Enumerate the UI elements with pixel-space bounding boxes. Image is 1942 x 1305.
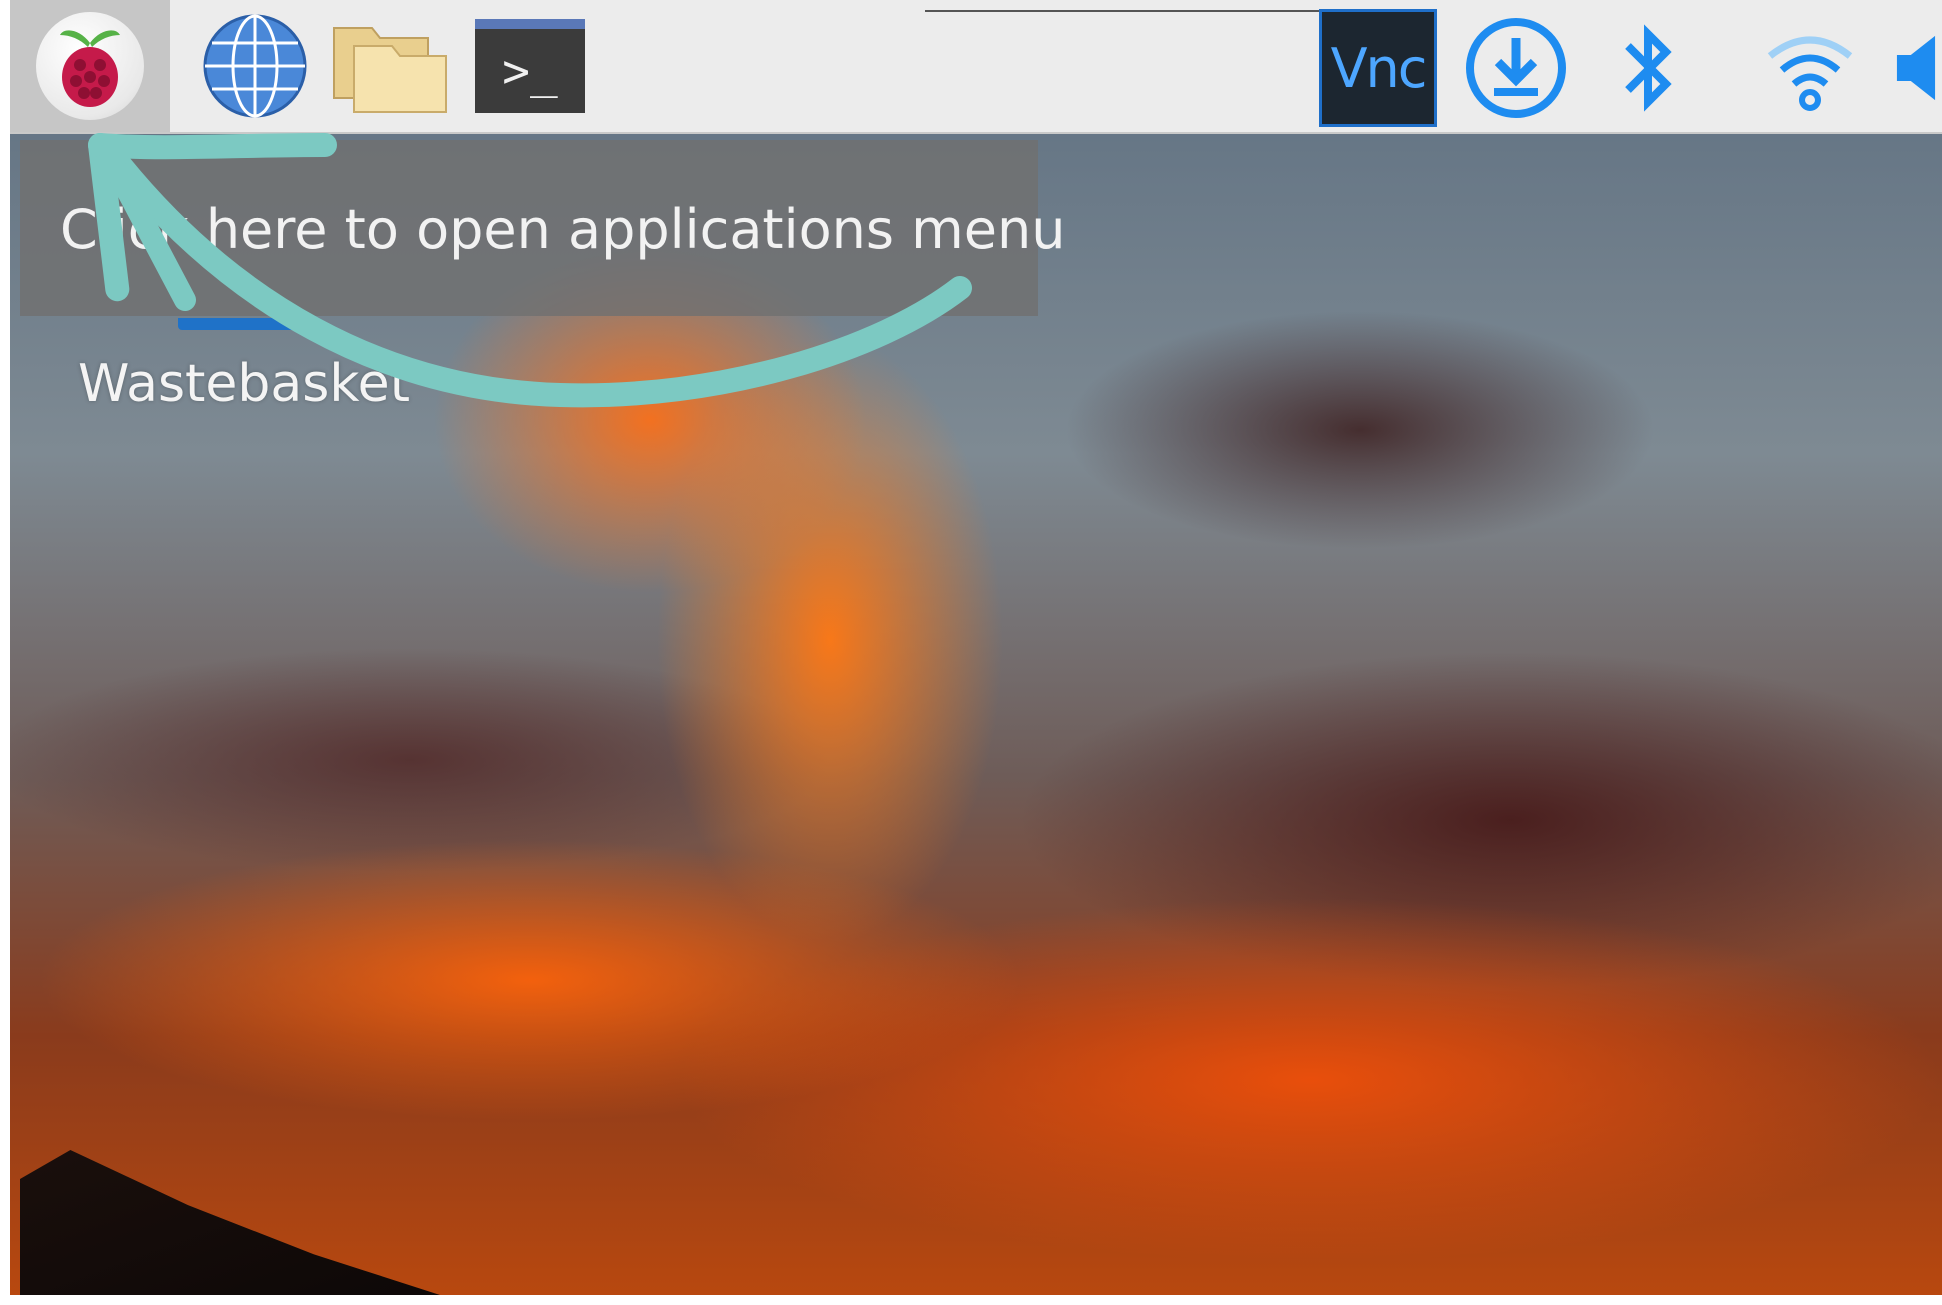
folder-icon <box>333 27 447 113</box>
bluetooth-icon <box>1625 24 1672 112</box>
globe-icon <box>203 14 307 118</box>
web-browser-launcher[interactable] <box>195 0 315 132</box>
desktop-icon-label-wastebasket[interactable]: Wastebasket <box>78 354 410 414</box>
updates-tray-button[interactable] <box>1456 8 1576 128</box>
download-icon <box>1466 18 1566 118</box>
tooltip-text: Click here to open applications menu <box>60 198 1066 261</box>
mountain-silhouette <box>20 1150 440 1295</box>
taskbar-notch <box>925 0 1360 12</box>
vnc-tray-button[interactable]: Vnc <box>1318 8 1438 128</box>
bluetooth-tray-button[interactable] <box>1604 8 1694 128</box>
speaker-icon <box>1896 35 1936 101</box>
trash-icon[interactable] <box>178 318 298 330</box>
vnc-icon-label: Vnc <box>1330 36 1428 100</box>
terminal-launcher[interactable]: >_ <box>472 0 588 132</box>
desktop: >_ Vnc Click here to open applications m… <box>10 0 1942 1295</box>
taskbar: >_ Vnc <box>10 0 1942 134</box>
wifi-tray-button[interactable] <box>1750 8 1870 128</box>
volume-tray-button[interactable] <box>1890 8 1942 128</box>
terminal-icon: >_ <box>475 19 585 113</box>
raspberry-pi-icon <box>36 12 144 120</box>
file-manager-launcher[interactable] <box>330 0 450 132</box>
terminal-prompt: >_ <box>502 44 558 98</box>
wifi-icon <box>1767 36 1853 111</box>
vnc-icon: Vnc <box>1319 9 1437 127</box>
applications-menu-button[interactable] <box>10 0 170 132</box>
